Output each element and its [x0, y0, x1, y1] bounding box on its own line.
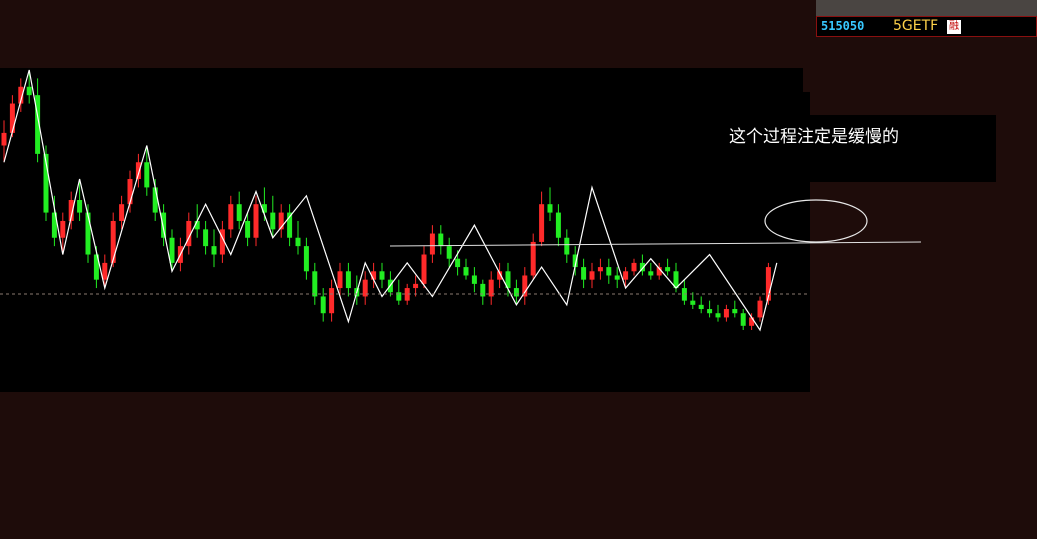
annotation-text: 这个过程注定是缓慢的 [729, 127, 899, 147]
candle-body [337, 271, 343, 289]
candle-body [253, 204, 259, 238]
candle-body [463, 267, 469, 276]
annotation-box: 这个过程注定是缓慢的 [714, 115, 996, 182]
candle-body [169, 237, 175, 263]
candle-body [555, 212, 561, 238]
candle-body [749, 317, 755, 326]
candle-body [480, 283, 486, 297]
candle-body [455, 258, 461, 268]
candle-body [698, 304, 704, 310]
candle-body [345, 271, 351, 289]
candle-body [26, 86, 32, 96]
candle-body [152, 187, 158, 213]
candle-body [723, 309, 729, 318]
candle-body [119, 204, 125, 221]
candle-body [446, 246, 452, 259]
candle-body [707, 309, 713, 314]
candle-body [690, 300, 696, 305]
candle-body [740, 313, 746, 326]
candle-body [144, 162, 150, 188]
candle-body [1, 132, 7, 146]
candle-body [320, 296, 326, 314]
candle-body [648, 271, 654, 276]
candle-body [732, 309, 738, 314]
candle-body [665, 267, 671, 272]
candle-body [581, 267, 587, 280]
candle-body [589, 271, 595, 280]
candle-body [757, 300, 763, 318]
candle-body [270, 212, 276, 230]
candle-body [631, 262, 637, 272]
candle-body [203, 229, 209, 247]
candle-body [161, 212, 167, 238]
candle-body [329, 288, 335, 314]
candle-body [614, 275, 620, 280]
candle-body [379, 271, 385, 280]
candle-body [539, 204, 545, 242]
candle-body [623, 271, 629, 280]
candle-body [135, 162, 141, 180]
candle-body [513, 288, 519, 297]
candle-body [597, 267, 603, 272]
candle-body [564, 237, 570, 255]
candle-body [471, 275, 477, 284]
candle-body [77, 200, 83, 213]
candle-body [606, 267, 612, 276]
plot-background-main [0, 92, 810, 392]
candle-body [236, 204, 242, 221]
candle-body [60, 220, 66, 238]
candle-body [211, 246, 217, 255]
candle-body [413, 283, 419, 289]
candle-body [715, 313, 721, 318]
candle-body [9, 103, 15, 133]
candle-body [102, 262, 108, 280]
candle-body [421, 254, 427, 284]
candle-body [303, 246, 309, 272]
candle-body [110, 220, 116, 263]
candle-body [228, 204, 234, 230]
candle-body [295, 237, 301, 247]
candle-body [547, 204, 553, 213]
plot-background [0, 68, 803, 92]
candle-body [438, 233, 444, 247]
candle-body [85, 212, 91, 255]
candle-body [312, 271, 318, 297]
candle-body [530, 241, 536, 276]
candle-body [429, 233, 435, 255]
candlestick-chart[interactable] [0, 0, 1037, 539]
candle-body [245, 220, 251, 238]
